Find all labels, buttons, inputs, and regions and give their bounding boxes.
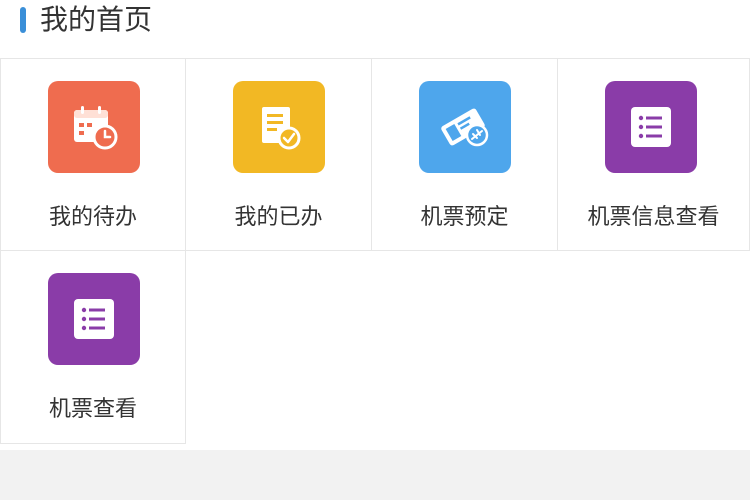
tile-ticket-view[interactable]: 机票查看 (0, 251, 186, 444)
tile-label: 我的待办 (48, 205, 137, 230)
page-header: 我的首页 (0, 0, 750, 58)
app-grid: 我的待办 我的已办 机票预定 机票信息查看 机票查看 (0, 58, 750, 448)
list-icon (48, 273, 140, 365)
calendar-clock-icon (48, 81, 140, 173)
plane-ticket-icon (419, 81, 511, 173)
list-icon (605, 81, 697, 173)
tile-my-done[interactable]: 我的已办 (186, 58, 372, 251)
home-page: 我的首页 我的待办 我的已办 机票预定 机票信息查看 机票查看 (0, 0, 750, 450)
page-title: 我的首页 (40, 3, 153, 36)
tile-my-todo[interactable]: 我的待办 (0, 58, 186, 251)
tile-ticket-booking[interactable]: 机票预定 (372, 58, 558, 251)
tile-ticket-info-view[interactable]: 机票信息查看 (558, 58, 750, 251)
tile-label: 机票查看 (48, 397, 137, 422)
tile-label: 我的已办 (234, 205, 323, 230)
tile-label: 机票预定 (420, 205, 509, 230)
header-accent-bar (20, 7, 26, 33)
document-check-icon (233, 81, 325, 173)
tile-label: 机票信息查看 (587, 205, 720, 230)
